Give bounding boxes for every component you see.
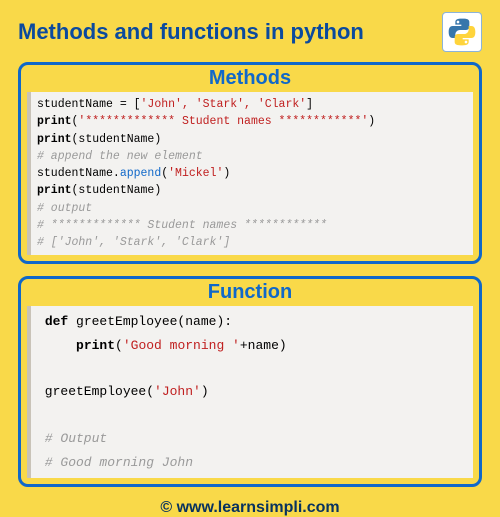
code-text: ( (115, 338, 123, 353)
code-comment: # Output (37, 431, 107, 446)
code-keyword: print (37, 115, 72, 128)
methods-heading: Methods (27, 67, 473, 90)
function-heading: Function (27, 281, 473, 304)
code-method: append (120, 167, 161, 180)
code-comment: # ************* Student names **********… (37, 219, 327, 232)
code-keyword: print (37, 184, 72, 197)
footer-credit: © www.learnsimpli.com (18, 499, 482, 517)
methods-card: Methods studentName = ['John', 'Stark', … (18, 62, 482, 264)
code-string: 'Mickel' (168, 167, 223, 180)
code-text (37, 338, 76, 353)
function-code-block: def greetEmployee(name): print('Good mor… (27, 306, 473, 478)
header: Methods and functions in python (18, 12, 482, 52)
code-text: ) (223, 167, 230, 180)
code-comment: # Good morning John (37, 455, 193, 470)
code-string: 'John', 'Stark', 'Clark' (141, 98, 307, 111)
code-comment: # ['John', 'Stark', 'Clark'] (37, 236, 230, 249)
python-logo (442, 12, 482, 52)
function-card: Function def greetEmployee(name): print(… (18, 276, 482, 487)
code-text: (studentName) (72, 133, 162, 146)
code-keyword: print (76, 338, 115, 353)
code-text: studentName. (37, 167, 120, 180)
code-text: studentName = [ (37, 98, 141, 111)
code-text: greetEmployee(name): (68, 314, 232, 329)
code-keyword: print (37, 133, 72, 146)
code-string: 'Good morning ' (123, 338, 240, 353)
methods-code-block: studentName = ['John', 'Stark', 'Clark']… (27, 92, 473, 255)
code-comment: # append the new element (37, 150, 203, 163)
page-title: Methods and functions in python (18, 19, 364, 45)
code-keyword: def (45, 314, 68, 329)
code-text: (studentName) (72, 184, 162, 197)
code-text: ) (368, 115, 375, 128)
code-text: ) (201, 384, 209, 399)
code-string: '************* Student names ***********… (78, 115, 368, 128)
python-icon (446, 16, 478, 48)
code-string: 'John' (154, 384, 201, 399)
code-text: greetEmployee( (37, 384, 154, 399)
code-text: ] (306, 98, 313, 111)
code-comment: # output (37, 202, 92, 215)
code-text: +name) (240, 338, 287, 353)
